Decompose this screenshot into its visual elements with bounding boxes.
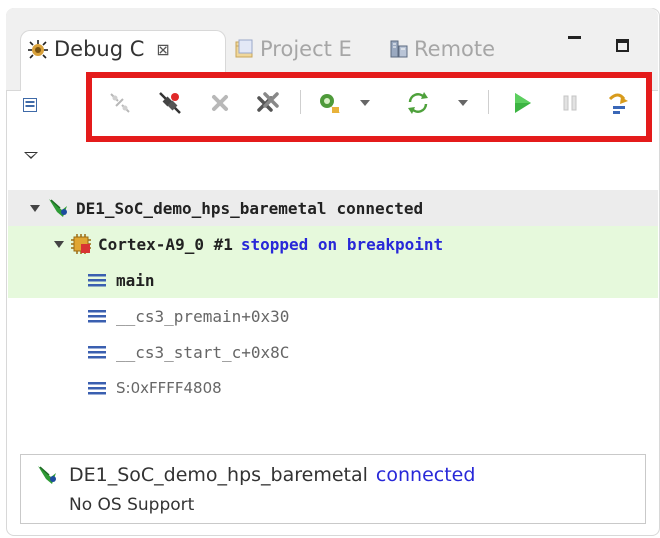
debug-tree: DE1_SoC_demo_hps_baremetal connected Cor… [8,190,658,406]
details-os-support: No OS Support [69,495,195,515]
remote-systems-icon [388,38,410,60]
stack-frame-label: S:0xFFFF4808 [116,379,222,397]
thread-status: stopped on breakpoint [240,234,444,254]
remove-connection-icon[interactable] [206,89,234,117]
resume-icon[interactable] [508,89,536,117]
suspend-icon[interactable] [556,89,584,117]
toolbar-separator [300,90,301,114]
debug-configuration-dropdown-icon[interactable] [360,100,370,106]
stack-frame-icon [88,308,108,324]
tab-debug-control[interactable]: Debug C ⊠ [26,35,170,63]
debug-configuration-icon[interactable] [316,89,344,117]
connection-name: DE1_SoC_demo_hps_baremetal [76,198,327,218]
details-connection: DE1_SoC_demo_hps_baremetal connected [35,463,475,487]
stack-frame-icon [88,272,108,288]
processor-core-icon [70,233,92,255]
stack-frame-label: __cs3_premain+0x30 [116,306,290,326]
tab-remote-systems-label: Remote [414,37,496,61]
view-menu-icon[interactable] [24,152,38,159]
stack-frame-label: main [116,270,155,290]
debug-bug-icon [26,37,50,61]
stack-frame-row[interactable]: __cs3_start_c+0x8C [8,334,658,370]
expand-arrow-icon[interactable] [54,240,64,248]
stack-frame-label: __cs3_start_c+0x8C [116,342,290,362]
collapse-all-icon[interactable] [22,97,38,113]
project-folder-icon [234,38,256,60]
details-connection-status: connected [375,464,476,486]
expand-arrow-icon[interactable] [30,204,40,212]
remove-all-connections-icon[interactable] [254,89,282,117]
tab-debug-control-label: Debug C [54,37,145,61]
stack-frame-icon [88,380,108,396]
tree-row-connection[interactable]: DE1_SoC_demo_hps_baremetal connected [8,190,658,226]
tab-project-explorer-label: Project E [260,37,352,61]
thread-name: Cortex-A9_0 #1 [98,234,233,254]
connection-status: connected [336,198,424,218]
disconnect-from-target-icon[interactable] [156,89,184,117]
reconnect-dropdown-icon[interactable] [458,100,468,106]
tree-row-thread[interactable]: Cortex-A9_0 #1 stopped on breakpoint [8,226,658,262]
reconnect-icon[interactable] [404,89,432,117]
maximize-icon[interactable] [614,37,634,57]
connect-to-target-icon[interactable] [106,89,134,117]
stack-frame-row[interactable]: S:0xFFFF4808 [8,370,658,406]
details-pane: DE1_SoC_demo_hps_baremetal connected No … [20,454,646,524]
stack-frame-icon [88,344,108,360]
details-connection-name: DE1_SoC_demo_hps_baremetal [69,464,368,486]
connection-icon [46,196,70,220]
minimize-icon[interactable] [566,30,586,50]
close-tab-icon[interactable]: ⊠ [156,40,169,59]
stack-frame-row[interactable]: main [8,262,658,298]
connection-icon [35,463,59,487]
step-over-icon[interactable] [604,89,632,117]
tab-remote-systems[interactable]: Remote [388,35,495,63]
toolbar-separator [488,90,489,114]
tab-project-explorer[interactable]: Project E [234,35,352,63]
stack-frame-row[interactable]: __cs3_premain+0x30 [8,298,658,334]
